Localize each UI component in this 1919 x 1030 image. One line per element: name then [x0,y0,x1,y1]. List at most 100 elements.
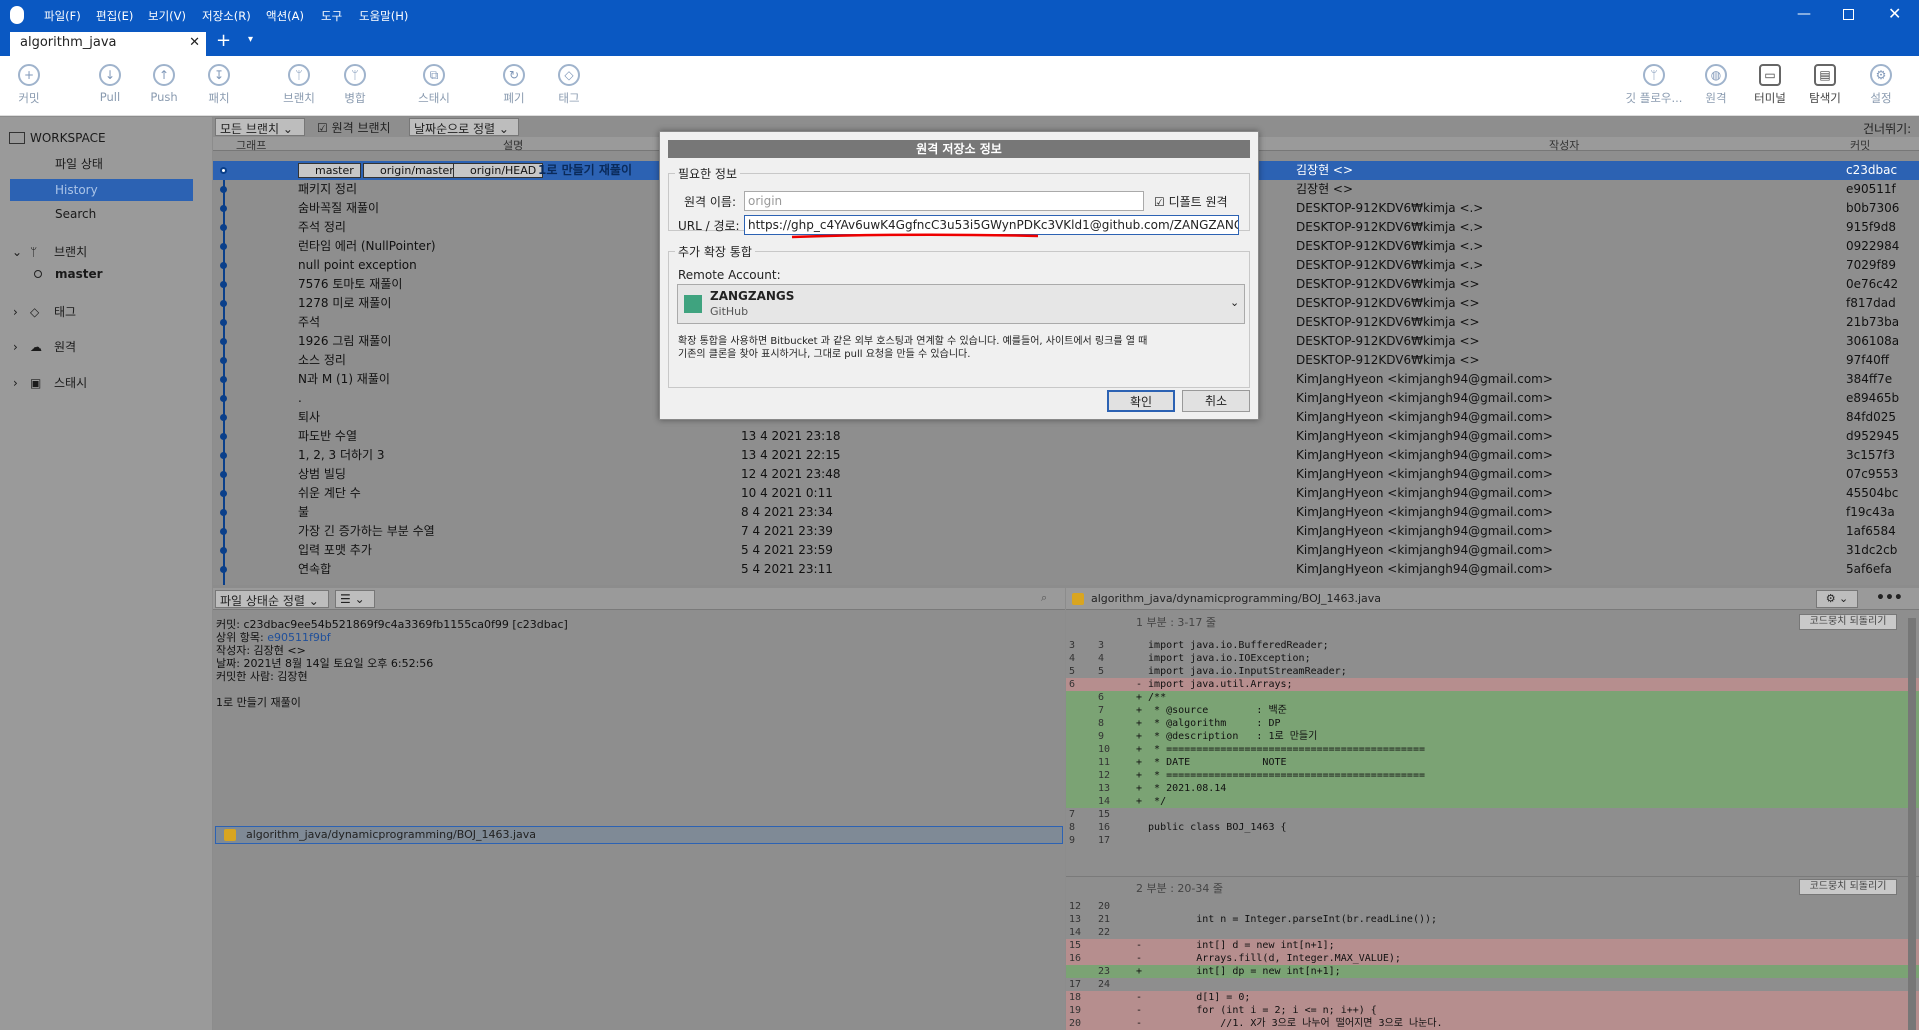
toolbar-button[interactable]: ↻ 폐기 [488,64,540,106]
minimize-icon[interactable]: — [1797,6,1811,22]
sidebar-item-history[interactable]: History [10,179,193,201]
branch-filter-dropdown[interactable]: 모든 브랜치 ⌄ [215,118,305,136]
menu-item[interactable]: 보기(V) [148,8,186,24]
tab-bar: + ▾ [0,30,1919,56]
diff-line: 8 16 public class BOJ_1463 { [1066,821,1919,834]
menu-item[interactable]: 도움말(H) [359,8,408,24]
table-row[interactable]: 가장 긴 증가하는 부분 수열 7 4 2021 23:39 KimJangHyeo… [213,522,1919,541]
toolbar-button[interactable]: ⧉ 스태시 [408,64,460,106]
toolbar-right-button[interactable]: ◍ 원격 [1686,64,1746,106]
sidebar-item-master[interactable]: master [0,263,212,285]
diff-line: 16 - Arrays.fill(d, Integer.MAX_VALUE); [1066,952,1919,965]
app-logo-icon [10,6,24,24]
toolbar-button[interactable]: + 커밋 [3,64,55,106]
table-row[interactable]: 상범 빌딩 12 4 2021 23:48 KimJangHyeon <kimjan… [213,465,1919,484]
commit-date: 5 4 2021 23:59 [741,543,833,557]
diff-scrollbar[interactable] [1908,618,1916,1030]
remote-name-input[interactable]: origin [744,191,1144,211]
branch-badge[interactable]: master [298,163,361,178]
toolbar-right-button[interactable]: ▤ 탐색기 [1795,64,1855,106]
commit-message: 1로 만들기 재풀이 [538,163,632,177]
toolbar-right-button[interactable]: ⚙ 설정 [1851,64,1911,106]
sidebar-item-branches[interactable]: ⌄ ᛘ 브랜치 [0,241,212,263]
commit-node-icon [220,167,227,174]
sidebar-item-stashes[interactable]: › ▣ 스태시 [0,372,212,394]
sidebar: WORKSPACE 파일 상태 History Search ⌄ ᛘ 브랜치 m… [0,117,212,1030]
old-line-number: 17 [1069,979,1082,990]
line-text: + * @description : 1로 만들기 [1136,731,1318,742]
remote-repo-dialog: 원격 저장소 정보 필요한 정보 원격 이름: origin ☑ 디폴트 원격 … [659,131,1259,420]
graph-column-header[interactable]: 그래프 [236,137,266,153]
gear-icon[interactable]: ⚙ ⌄ [1816,590,1858,608]
toolbar-button[interactable]: ↑ Push [138,64,190,104]
sidebar-item-remotes[interactable]: › ☁ 원격 [0,336,212,358]
toolbar-button[interactable]: ↧ 패치 [193,64,245,106]
old-line-number: 9 [1069,835,1076,846]
toolbar-right-button[interactable]: ᛘ 깃 플로우... [1624,64,1684,106]
cloud-icon: ☁ [30,340,42,354]
branch-badge[interactable]: origin/HEAD [453,163,544,178]
toolbar-label: 폐기 [503,91,525,105]
table-row[interactable]: 불 8 4 2021 23:34 KimJangHyeon <kimjangh94@… [213,503,1919,522]
file-sort-dropdown[interactable]: 파일 상태순 정렬 ⌄ [215,590,329,608]
toolbar-button[interactable]: ᛘ 병합 [329,64,381,106]
diff-line: 9 17 [1066,834,1919,847]
toolbar-label: 커밋 [18,91,40,105]
toolbar-button[interactable]: ↓ Pull [84,64,136,104]
default-remote-checkbox[interactable]: ☑ 디폴트 원격 [1154,193,1228,210]
sidebar-item-tags[interactable]: › ◇ 태그 [0,301,212,323]
menu-item[interactable]: 액션(A) [266,8,304,24]
tab-menu-icon[interactable]: ▾ [248,34,253,45]
toolbar-label: 설정 [1870,91,1892,105]
table-row[interactable]: 쉬운 계단 수 10 4 2021 0:11 KimJangHyeon <kimja… [213,484,1919,503]
extension-description: 확장 통합을 사용하면 Bitbucket 과 같은 외부 호스팅과 연계할 수… [678,335,1243,361]
sort-dropdown[interactable]: 날짜순으로 정렬 ⌄ [409,118,519,136]
table-row[interactable]: 파도반 수열 13 4 2021 23:18 KimJangHyeon <kimja… [213,427,1919,446]
table-row[interactable]: 연속합 5 4 2021 23:11 KimJangHyeon <kimjangh9… [213,560,1919,579]
tab-algorithm-java[interactable]: algorithm_java ✕ [10,32,206,56]
ok-button[interactable]: 확인 [1107,390,1175,412]
search-icon[interactable]: ⌕ [1041,591,1047,605]
remote-branches-checkbox[interactable]: ☑ 원격 브랜치 [317,119,391,136]
toolbar-button[interactable]: ᛘ 브랜치 [273,64,325,106]
sidebar-item-search[interactable]: Search [0,203,212,225]
commit-node-icon [220,300,227,307]
menu-item[interactable]: 파일(F) [44,8,81,24]
view-mode-dropdown[interactable]: ☰ ⌄ [335,590,375,608]
maximize-icon[interactable] [1843,9,1854,20]
more-icon[interactable]: ••• [1876,588,1903,609]
toolbar-right-button[interactable]: ▭ 터미널 [1740,64,1800,106]
commit-column-header[interactable]: 커밋 [1850,137,1870,153]
author-column-header[interactable]: 작성자 [1549,137,1579,153]
changed-file-row[interactable]: algorithm_java/dynamicprogramming/BOJ_14… [215,826,1063,844]
tab-close-icon[interactable]: ✕ [189,35,200,50]
table-row[interactable]: 입력 포맷 추가 5 4 2021 23:59 KimJangHyeon <kimj… [213,541,1919,560]
remote-account-dropdown[interactable]: ZANGZANGS GitHub ⌄ [677,284,1245,324]
revert-hunk-1-button[interactable]: 코드뭉치 되돌리기 [1799,614,1897,630]
toolbar-label: Push [150,90,178,104]
toolbar-label: 원격 [1705,91,1727,105]
diff-file-name: algorithm_java/dynamicprogramming/BOJ_14… [1091,592,1382,605]
old-line-number: 8 [1069,822,1076,833]
menu-item[interactable]: 도구 [321,8,342,24]
commit-node-icon [220,338,227,345]
menu-item[interactable]: 저장소(R) [202,8,251,24]
close-icon[interactable]: ✕ [1888,4,1901,23]
cancel-button[interactable]: 취소 [1182,390,1250,412]
commit-node-icon [220,262,227,269]
commit-author: DESKTOP-912KDV6₩kimja <> [1296,353,1480,367]
revert-hunk-2-button[interactable]: 코드뭉치 되돌리기 [1799,879,1897,895]
sidebar-item-file-status[interactable]: 파일 상태 [0,153,212,175]
toolbar-button[interactable]: ◇ 태그 [543,64,595,106]
sidebar-workspace[interactable]: WORKSPACE [0,127,212,149]
menu-item[interactable]: 편집(E) [96,8,133,24]
file-sort-label: 파일 상태순 정렬 [220,594,305,608]
description-column-header[interactable]: 설명 [503,137,523,153]
commit-node-icon [220,186,227,193]
parent-link[interactable]: e90511f9bf [267,631,331,644]
commit-author: DESKTOP-912KDV6₩kimja <> [1296,334,1480,348]
add-tab-icon[interactable]: + [216,30,231,51]
table-row[interactable]: 1, 2, 3 더하기 3 13 4 2021 22:15 KimJangHyeon… [213,446,1919,465]
commit-hash: c23dbac [1846,163,1898,177]
branch-badge[interactable]: origin/master [363,163,461,178]
